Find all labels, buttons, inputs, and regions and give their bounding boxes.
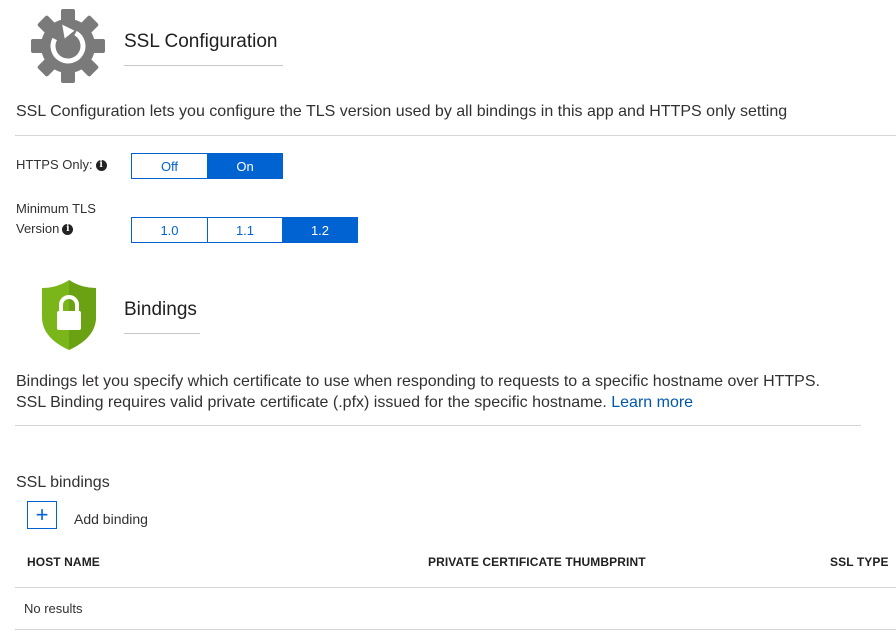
- bindings-divider: [15, 425, 861, 426]
- ssl-bindings-heading: SSL bindings: [16, 474, 110, 491]
- https-only-off-button[interactable]: Off: [132, 154, 207, 178]
- bindings-title: Bindings: [124, 299, 197, 320]
- column-header-thumbprint[interactable]: PRIVATE CERTIFICATE THUMBPRINT: [428, 555, 646, 569]
- add-binding-button[interactable]: +: [27, 501, 57, 529]
- table-bottom-divider: [15, 629, 896, 630]
- https-only-label: HTTPS Only:: [16, 157, 93, 172]
- learn-more-link[interactable]: Learn more: [611, 394, 693, 411]
- ssl-title-underline: [124, 65, 283, 66]
- info-icon[interactable]: i: [95, 160, 107, 172]
- bindings-title-underline: [124, 333, 200, 334]
- tls-1-1-button[interactable]: 1.1: [207, 218, 282, 242]
- plus-icon: +: [35, 502, 49, 527]
- ssl-description: SSL Configuration lets you configure the…: [16, 103, 788, 120]
- ssl-configuration-title: SSL Configuration: [124, 31, 278, 52]
- https-only-toggle[interactable]: Off On: [131, 153, 283, 179]
- min-tls-label: Minimum TLS Version i: [16, 199, 96, 239]
- min-tls-label-line2: Version: [16, 221, 60, 236]
- table-empty-message: No results: [24, 601, 83, 616]
- shield-lock-icon: [41, 279, 97, 351]
- https-only-on-button[interactable]: On: [207, 154, 282, 178]
- tls-1-0-button[interactable]: 1.0: [132, 218, 207, 242]
- bindings-description-line1: Bindings let you specify which certifica…: [16, 373, 820, 390]
- https-only-label-row: HTTPS Only: i: [16, 155, 107, 175]
- column-header-ssl-type[interactable]: SSL TYPE: [830, 555, 889, 569]
- bindings-description: Bindings let you specify which certifica…: [16, 371, 820, 413]
- column-header-host-name[interactable]: HOST NAME: [27, 555, 100, 569]
- add-binding-label[interactable]: Add binding: [74, 511, 148, 527]
- min-tls-label-line1: Minimum TLS: [16, 201, 96, 216]
- ssl-divider: [15, 135, 896, 136]
- min-tls-selector[interactable]: 1.0 1.1 1.2: [131, 217, 358, 243]
- table-header-divider: [15, 587, 896, 588]
- gear-icon: [30, 8, 106, 84]
- tls-1-2-button[interactable]: 1.2: [282, 218, 357, 242]
- bindings-description-line2: SSL Binding requires valid private certi…: [16, 394, 607, 411]
- info-icon[interactable]: i: [62, 224, 74, 236]
